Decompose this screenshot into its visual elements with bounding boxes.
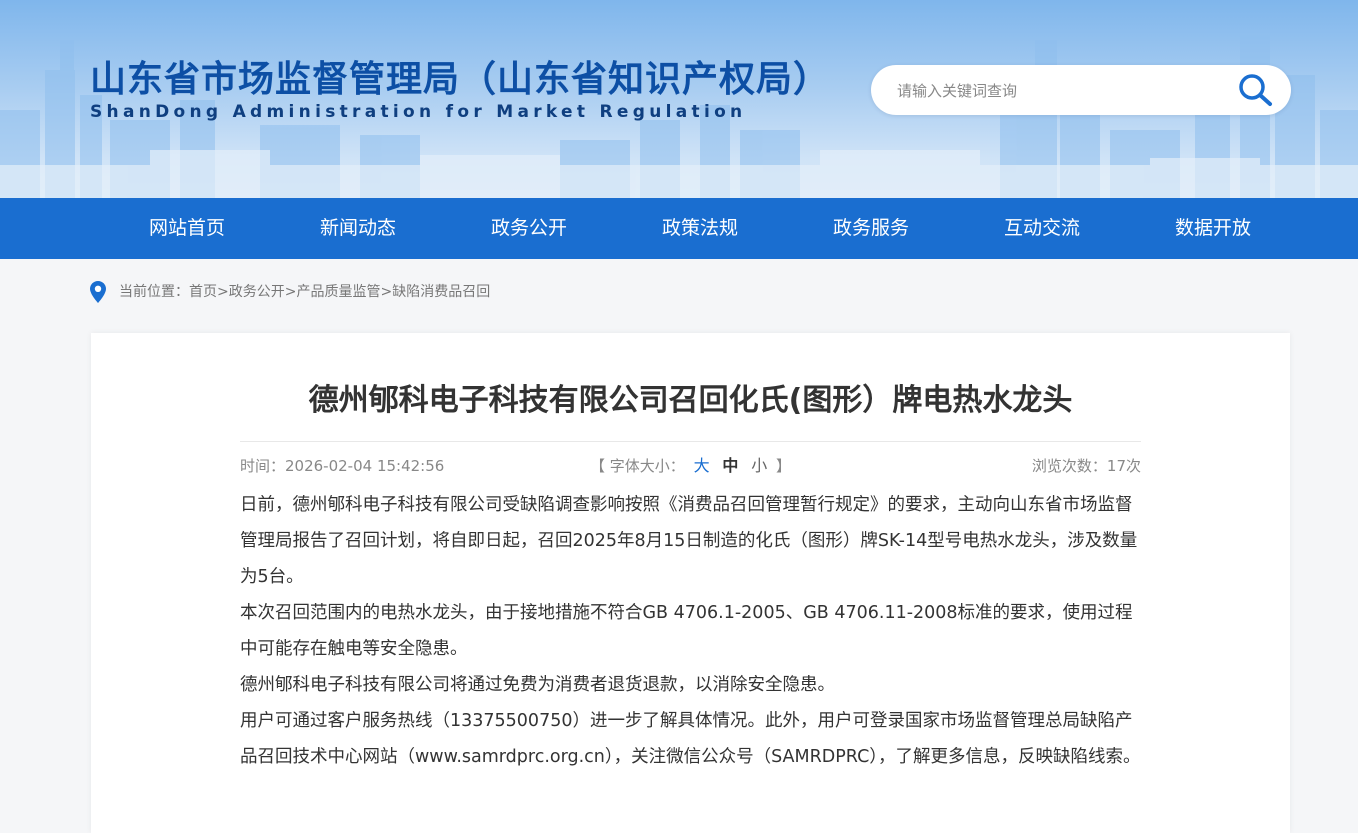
search-icon — [1239, 74, 1272, 106]
breadcrumb-prefix: 当前位置： — [119, 284, 189, 300]
title-divider — [240, 441, 1141, 442]
view-count: 浏览次数：17次 — [1031, 457, 1141, 475]
site-header: 山东省市场监督管理局（山东省知识产权局） ShanDong Administra… — [0, 0, 1358, 198]
search-input[interactable] — [895, 77, 1219, 105]
article-paragraph: 德州郇科电子科技有限公司将通过免费为消费者退货退款，以消除安全隐患。 — [240, 675, 835, 695]
breadcrumb-home[interactable]: 首页 — [189, 284, 217, 300]
nav-services[interactable]: 政务服务 — [796, 198, 946, 259]
nav-home[interactable]: 网站首页 — [112, 198, 262, 259]
nav-government-affairs[interactable]: 政务公开 — [454, 198, 604, 259]
font-size-bracket-close: 】 — [775, 457, 791, 475]
nav-open-data[interactable]: 数据开放 — [1138, 198, 1288, 259]
font-size-medium-button[interactable]: 中 — [718, 456, 742, 475]
article-paragraph: 用户可通过客户服务热线（13375500750）进一步了解具体情况。此外，用户可… — [240, 711, 1141, 767]
nav-news[interactable]: 新闻动态 — [283, 198, 433, 259]
article-card: 德州郇科电子科技有限公司召回化氏(图形）牌电热水龙头 时间：2026-02-04… — [91, 333, 1290, 833]
font-size-bracket-open: 【 — [590, 457, 606, 475]
breadcrumb-separator: > — [217, 284, 229, 300]
font-size-small-button[interactable]: 小 — [747, 456, 771, 475]
article-paragraph: 本次召回范围内的电热水龙头，由于接地措施不符合GB 4706.1-2005、GB… — [240, 603, 1133, 659]
breadcrumb-government-affairs[interactable]: 政务公开 — [229, 284, 285, 300]
search-box — [871, 65, 1291, 115]
article-paragraph: 日前，德州郇科电子科技有限公司受缺陷调查影响按照《消费品召回管理暂行规定》的要求… — [240, 495, 1138, 587]
breadcrumb-separator: > — [284, 284, 297, 300]
breadcrumb-quality-supervision[interactable]: 产品质量监管 — [296, 284, 380, 300]
site-subtitle: ShanDong Administration for Market Regul… — [90, 102, 747, 122]
font-size-large-button[interactable]: 大 — [690, 456, 714, 475]
nav-interaction[interactable]: 互动交流 — [967, 198, 1117, 259]
nav-policies[interactable]: 政策法规 — [625, 198, 775, 259]
search-button[interactable] — [1237, 72, 1275, 108]
article-title: 德州郇科电子科技有限公司召回化氏(图形）牌电热水龙头 — [308, 383, 1073, 418]
article-content: 日前，德州郇科电子科技有限公司受缺陷调查影响按照《消费品召回管理暂行规定》的要求… — [240, 487, 1145, 775]
main-nav: 网站首页 新闻动态 政务公开 政策法规 政务服务 互动交流 数据开放 — [0, 198, 1358, 259]
site-title: 山东省市场监督管理局（山东省知识产权局） — [90, 59, 831, 100]
breadcrumb-recall[interactable]: 缺陷消费品召回 — [392, 284, 490, 300]
font-size-label: 字体大小： — [609, 457, 685, 475]
location-pin-icon — [90, 281, 106, 303]
breadcrumb-separator: > — [380, 284, 393, 300]
